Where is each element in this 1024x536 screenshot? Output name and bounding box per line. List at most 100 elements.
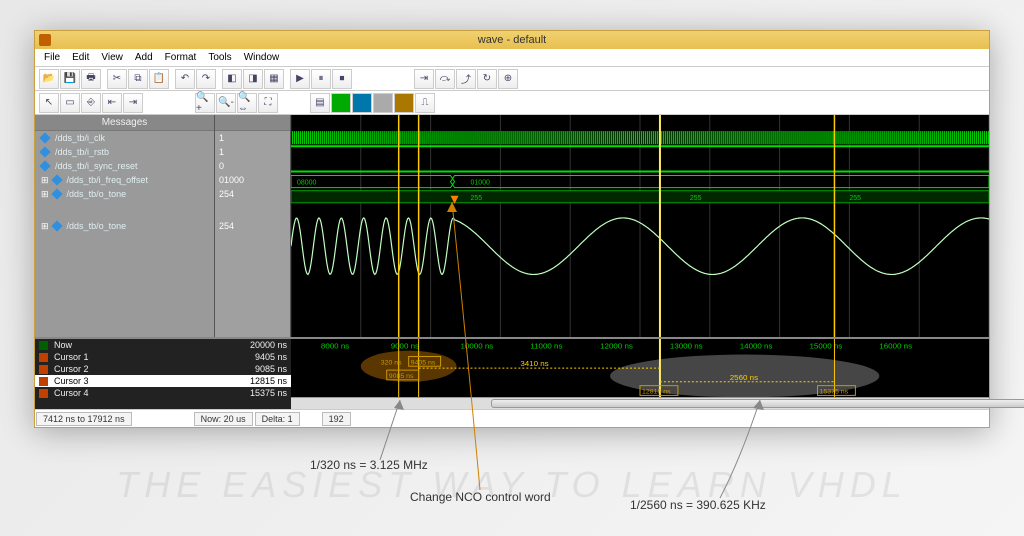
svg-text:255: 255 [470,195,482,202]
annotation-freq2: 1/2560 ns = 390.625 KHz [630,498,766,512]
zoom-in-icon[interactable]: 🔍+ [195,93,215,113]
now-row: Now [35,339,215,351]
cursor-row[interactable]: Cursor 4 [35,387,215,399]
copy-icon[interactable]: ⧉ [128,69,148,89]
status-extra: 192 [322,412,351,426]
cursor-ruler[interactable]: 8000 ns 9000 ns 10000 ns 11000 ns 12000 … [291,339,989,409]
menu-add[interactable]: Add [130,50,158,65]
grid-icon[interactable]: ▤ [310,93,330,113]
cursor-list[interactable]: Now Cursor 1 Cursor 2 Cursor 3 Cursor 4 [35,339,215,409]
goto-icon[interactable]: ⎆ [81,93,101,113]
h-scrollbar[interactable] [291,397,989,409]
value-panel: 1 1 0 01000 254 254 [215,115,291,337]
value-row: 254 [215,187,290,201]
color2-icon[interactable] [352,93,372,113]
signal-row-analog: ⊞/dds_tb/o_tone [35,209,214,243]
next-icon[interactable]: ⇥ [123,93,143,113]
paste-icon[interactable]: 📋 [149,69,169,89]
zoom-fit-icon[interactable]: ⛶ [258,93,278,113]
svg-text:15375 ns: 15375 ns [819,389,848,396]
svg-text:11000 ns: 11000 ns [530,342,562,351]
value-row: 1 [215,145,290,159]
pointer-icon[interactable]: ↖ [39,93,59,113]
tool-a-icon[interactable]: ◧ [222,69,242,89]
annotation-change-nco: Change NCO control word [410,490,551,504]
svg-text:01000: 01000 [470,180,489,187]
menu-tools[interactable]: Tools [203,50,236,65]
menu-format[interactable]: Format [160,50,202,65]
cursor-panel: Now Cursor 1 Cursor 2 Cursor 3 Cursor 4 … [35,337,989,409]
svg-text:9000 ns: 9000 ns [391,342,419,351]
waveform-area[interactable]: 08000 01000 255 255 255 [291,115,989,337]
color1-icon[interactable] [331,93,351,113]
titlebar: wave - default [35,31,989,49]
select-icon[interactable]: ▭ [60,93,80,113]
color3-icon[interactable] [373,93,393,113]
svg-text:3410 ns: 3410 ns [520,359,548,368]
menu-edit[interactable]: Edit [67,50,94,65]
annotation-freq1: 1/320 ns = 3.125 MHz [310,458,428,472]
cursor-row-selected[interactable]: Cursor 3 [35,375,215,387]
signal-row: ⊞/dds_tb/i_freq_offset [35,173,214,187]
diamond-icon [39,160,50,171]
status-now: Now: 20 us [194,412,253,426]
open-icon[interactable]: 📂 [39,69,59,89]
color4-icon[interactable] [394,93,414,113]
save-icon[interactable]: 💾 [60,69,80,89]
messages-header: Messages [35,115,214,131]
cursor-row[interactable]: Cursor 1 [35,351,215,363]
cut-icon[interactable]: ✂ [107,69,127,89]
diamond-icon [39,146,50,157]
wave-window: wave - default File Edit View Add Format… [34,30,990,428]
signal-panel[interactable]: Messages /dds_tb/i_clk /dds_tb/i_rstb /d… [35,115,215,337]
tool-b-icon[interactable]: ◨ [243,69,263,89]
print-icon[interactable]: 🖶 [81,69,101,89]
svg-text:08000: 08000 [297,180,316,187]
svg-text:255: 255 [690,195,702,202]
scrollbar-thumb[interactable] [491,399,1024,408]
run-icon[interactable]: ▶ [290,69,310,89]
value-row: 01000 [215,173,290,187]
redo-icon[interactable]: ↷ [196,69,216,89]
diamond-icon [51,188,62,199]
diamond-icon [39,132,50,143]
menubar: File Edit View Add Format Tools Window [35,49,989,67]
toolbar-2: ↖ ▭ ⎆ ⇤ ⇥ 🔍+ 🔍- 🔍⇔ ⛶ ▤ ⎍ [35,91,989,115]
stop-icon[interactable]: ⏹ [332,69,352,89]
svg-text:13000 ns: 13000 ns [670,342,703,351]
stepover-icon[interactable]: ⤼ [435,69,455,89]
cursor-row[interactable]: Cursor 2 [35,363,215,375]
zoom-out-icon[interactable]: 🔍- [216,93,236,113]
svg-text:255: 255 [849,195,861,202]
undo-icon[interactable]: ↶ [175,69,195,89]
zoom-full-icon[interactable]: 🔍⇔ [237,93,257,113]
status-range: 7412 ns to 17912 ns [36,412,132,426]
signal-row: /dds_tb/i_rstb [35,145,214,159]
prev-icon[interactable]: ⇤ [102,93,122,113]
value-row: 0 [215,159,290,173]
step-icon[interactable]: ⇥ [414,69,434,89]
stepout-icon[interactable]: ⤴ [456,69,476,89]
signal-row: /dds_tb/i_sync_reset [35,159,214,173]
value-row: 254 [215,209,290,243]
break-icon[interactable]: ⏸ [311,69,331,89]
tool-c-icon[interactable]: ▦ [264,69,284,89]
restart-icon[interactable]: ↻ [477,69,497,89]
edge-icon[interactable]: ⎍ [415,93,435,113]
menu-view[interactable]: View [96,50,128,65]
toolbar-1: 📂 💾 🖶 ✂ ⧉ 📋 ↶ ↷ ◧ ◨ ▦ ▶ ⏸ ⏹ ⇥ ⤼ ⤴ ↻ ⊕ [35,67,989,91]
window-title: wave - default [478,34,546,46]
value-row: 1 [215,131,290,145]
cursor-add-icon[interactable]: ⊕ [498,69,518,89]
menu-window[interactable]: Window [239,50,285,65]
svg-text:320 ns: 320 ns [381,359,402,366]
svg-text:14000 ns: 14000 ns [740,342,773,351]
diamond-icon [51,174,62,185]
svg-text:10000 ns: 10000 ns [461,342,494,351]
signal-row: ⊞/dds_tb/o_tone [35,187,214,201]
menu-file[interactable]: File [39,50,65,65]
svg-text:8000 ns: 8000 ns [321,342,349,351]
svg-text:16000 ns: 16000 ns [879,342,912,351]
app-icon [39,34,51,46]
svg-text:9405 ns: 9405 ns [411,359,436,366]
